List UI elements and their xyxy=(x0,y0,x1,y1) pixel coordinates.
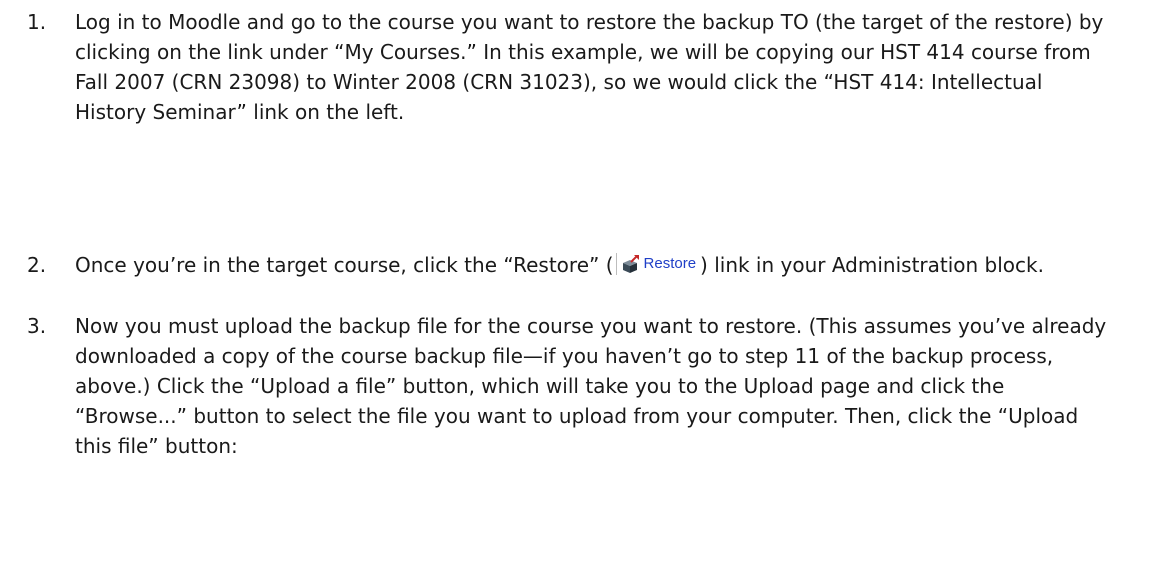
step-text: Now you must upload the backup file for … xyxy=(75,314,1107,458)
step-text: Once you’re in the target course, click … xyxy=(75,250,1115,280)
step-number: 2. xyxy=(27,253,47,277)
restore-link[interactable]: Restore xyxy=(615,253,697,275)
step-number: 1. xyxy=(27,10,47,34)
restore-icon xyxy=(622,255,639,273)
step-text: Log in to Moodle and go to the course yo… xyxy=(75,10,1104,124)
step-text-after: ) link in your Administration block. xyxy=(700,253,1044,277)
restore-link-label[interactable]: Restore xyxy=(644,254,697,274)
step-number: 3. xyxy=(27,314,47,338)
step-text-before: Once you’re in the target course, click … xyxy=(75,253,614,277)
